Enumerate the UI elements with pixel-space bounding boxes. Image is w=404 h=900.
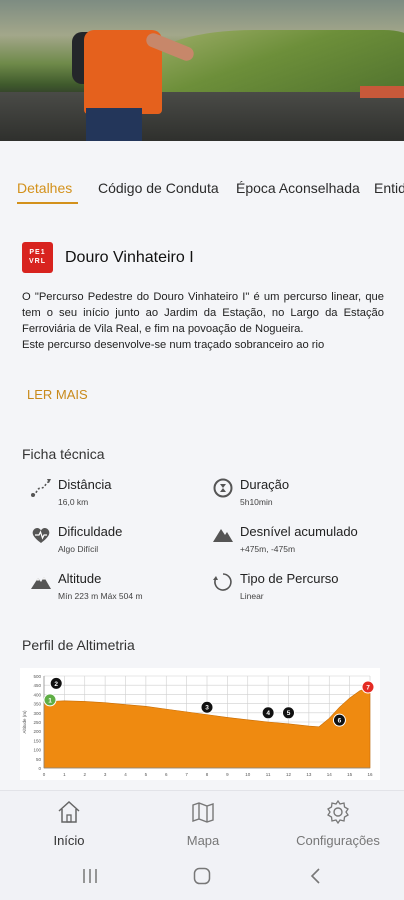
- system-navigation-bar: [0, 850, 404, 900]
- waypoint-label: 3: [205, 705, 209, 712]
- waypoint-label: 7: [366, 684, 370, 691]
- y-tick-label: 250: [33, 720, 41, 725]
- y-tick-label: 100: [33, 748, 41, 753]
- route-title: Douro Vinhateiro I: [65, 248, 194, 266]
- waypoint-label: 1: [48, 697, 52, 704]
- spec-label: Distância: [58, 477, 112, 492]
- x-tick-label: 13: [306, 772, 312, 777]
- description-paragraph: O "Percurso Pedestre do Douro Vinhateiro…: [22, 291, 384, 335]
- hero-pants: [86, 108, 142, 141]
- spec-duration: Duração 5h10min: [212, 477, 289, 507]
- spec-label: Duração: [240, 477, 290, 492]
- y-tick-label: 500: [33, 674, 41, 679]
- spec-label: Desnível acumulado: [240, 524, 358, 539]
- tech-sheet-title: Ficha técnica: [22, 446, 105, 462]
- spec-difficulty: Dificuldade Algo Difícil: [30, 524, 122, 554]
- spec-label: Dificuldade: [58, 524, 123, 539]
- y-axis-label: Altitude (m): [22, 710, 27, 734]
- tab-codigo-conduta[interactable]: Código de Conduta: [98, 180, 219, 196]
- route-type-icon: [212, 571, 234, 593]
- route-header: PE1 VRL Douro Vinhateiro I: [22, 242, 194, 273]
- elevation-profile-chart: 0501001502002503003504004505000 1 2 3 4 5 6 7 8 9…: [20, 668, 380, 780]
- map-icon: [192, 802, 214, 823]
- tab-detalhes[interactable]: Detalhes: [17, 180, 72, 196]
- elevation-gain-icon: [212, 524, 234, 546]
- tab-entidades[interactable]: Entid: [374, 180, 404, 196]
- route-logo-top: PE1: [29, 249, 46, 256]
- tab-epoca-aconselhada[interactable]: Época Aconselhada: [236, 180, 360, 196]
- profile-title: Perfil de Altimetria: [22, 637, 135, 653]
- spec-distance: Distância 16,0 km: [30, 477, 111, 507]
- read-more-link[interactable]: LER MAIS: [27, 387, 88, 402]
- spec-label: Altitude: [58, 571, 102, 586]
- hero-photo: [0, 0, 404, 141]
- distance-icon: [30, 477, 52, 499]
- waypoint-label: 2: [54, 681, 58, 688]
- nav-label: Configurações: [296, 833, 380, 848]
- hero-house: [360, 86, 404, 98]
- nav-configuracoes[interactable]: Configurações: [293, 799, 383, 848]
- x-tick-label: 15: [347, 772, 353, 777]
- waypoint-label: 4: [266, 710, 270, 717]
- settings-icon: [327, 799, 349, 825]
- x-tick-label: 11: [266, 772, 271, 777]
- x-tick-label: 10: [245, 772, 251, 777]
- spec-value: Mín 223 m Máx 504 m: [58, 591, 143, 601]
- altitude-icon: [30, 571, 52, 593]
- hero-wall: [0, 92, 404, 141]
- recent-apps-icon[interactable]: [80, 866, 100, 886]
- nav-inicio[interactable]: Início: [44, 799, 94, 848]
- y-tick-label: 200: [33, 729, 41, 734]
- route-description: O "Percurso Pedestre do Douro Vinhateiro…: [22, 289, 384, 369]
- back-icon[interactable]: [306, 866, 326, 886]
- spec-value: Algo Difícil: [58, 544, 99, 554]
- y-tick-label: 150: [33, 738, 41, 743]
- nav-label: Início: [53, 833, 85, 848]
- nav-mapa[interactable]: Mapa: [180, 799, 226, 848]
- y-tick-label: 400: [33, 692, 41, 697]
- tab-bar: Detalhes Código de Conduta Época Aconsel…: [0, 170, 404, 210]
- home-button-icon[interactable]: [192, 866, 212, 886]
- y-tick-label: 50: [36, 757, 42, 762]
- waypoint-label: 5: [287, 710, 291, 717]
- spec-value: +475m, -475m: [240, 544, 296, 554]
- x-tick-label: 16: [367, 772, 373, 777]
- x-tick-label: 14: [327, 772, 333, 777]
- spec-value: Linear: [240, 591, 264, 601]
- spec-value: 16,0 km: [58, 497, 89, 507]
- spec-elevation-gain: Desnível acumulado +475m, -475m: [212, 524, 358, 554]
- route-logo-bottom: VRL: [29, 258, 46, 265]
- x-tick-label: 12: [286, 772, 292, 777]
- spec-value: 5h10min: [240, 497, 273, 507]
- duration-icon: [212, 477, 234, 499]
- spec-route-type: Tipo de Percurso Linear: [212, 571, 339, 601]
- description-paragraph: Este percurso desenvolve-se num traçado …: [22, 339, 325, 351]
- y-tick-label: 450: [33, 683, 41, 688]
- bottom-navigation: Início Mapa Configurações: [0, 790, 404, 850]
- home-icon: [58, 800, 80, 823]
- difficulty-icon: [30, 524, 52, 546]
- waypoint-label: 6: [338, 718, 342, 725]
- spec-altitude: Altitude Mín 223 m Máx 504 m: [30, 571, 143, 601]
- nav-label: Mapa: [186, 833, 220, 848]
- spec-label: Tipo de Percurso: [240, 571, 339, 586]
- y-tick-label: 300: [33, 711, 41, 716]
- route-logo: PE1 VRL: [22, 242, 53, 273]
- y-tick-label: 350: [33, 702, 41, 707]
- tab-active-indicator: [17, 202, 78, 204]
